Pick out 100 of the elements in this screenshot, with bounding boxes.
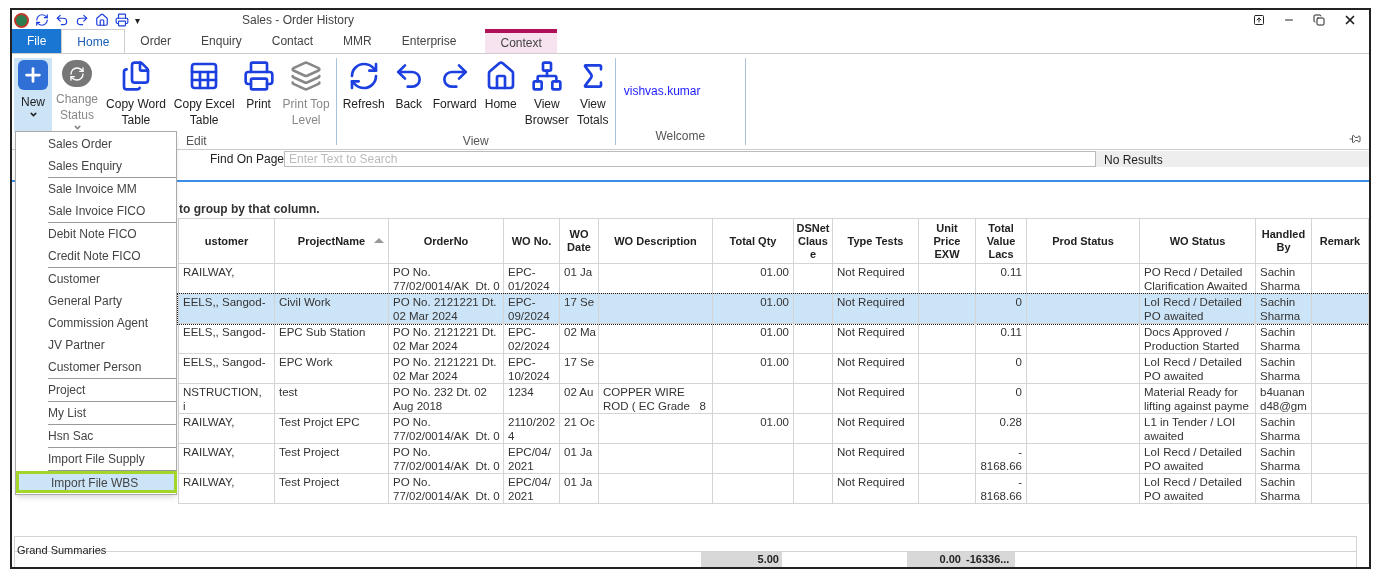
table-cell: PO No. 77/02/0014/AK Dt. 0: [393, 265, 499, 293]
menu-item[interactable]: General Party: [16, 290, 177, 312]
table-cell-text: Test Projct EPC: [279, 415, 361, 429]
table-cell: 21 Oc: [564, 415, 594, 429]
view-totals-button[interactable]: View Totals: [572, 58, 613, 132]
table-cell: 01 Ja: [564, 445, 594, 459]
table-cell-text: Not Required: [837, 475, 906, 489]
home-button[interactable]: Home: [480, 58, 521, 132]
table-cell-text: Not Required: [837, 445, 906, 459]
menu-item[interactable]: Project: [16, 379, 177, 401]
ribbon-tab[interactable]: Context: [485, 29, 557, 53]
back-button[interactable]: Back: [388, 58, 429, 132]
table-cell-text: Test Project: [279, 445, 341, 459]
restore-icon[interactable]: [1313, 14, 1325, 26]
table-cell-text: 01.00: [759, 265, 789, 279]
table-cell-text: PO No. 232 Dt. 02 Aug 2018: [393, 385, 488, 413]
close-icon[interactable]: [1343, 13, 1357, 27]
column-header[interactable]: Total Value Lacs: [976, 219, 1027, 264]
summary-cell: 5.00: [701, 552, 782, 567]
column-header[interactable]: WO Date: [560, 219, 599, 264]
ribbon-tab[interactable]: Home: [61, 29, 126, 53]
table-cell-text: EELS,, Sangod-: [183, 295, 267, 309]
print-button[interactable]: Print: [238, 58, 279, 132]
column-header[interactable]: WO No.: [504, 219, 560, 264]
table-cell-text: EELS,, Sangod-: [183, 355, 267, 369]
menu-item[interactable]: Credit Note FICO: [16, 245, 177, 267]
column-header[interactable]: DSNet Claus e: [794, 219, 833, 264]
table-cell-text: 01.00: [759, 355, 789, 369]
column-header[interactable]: Total Qty: [713, 219, 794, 264]
forward-button[interactable]: Forward: [428, 58, 481, 132]
menu-item[interactable]: Commission Agent: [16, 312, 177, 334]
column-header[interactable]: Type Tests: [833, 219, 919, 264]
group-label: Welcome: [654, 128, 707, 145]
table-cell-text: EPC/04/ 2021: [508, 475, 552, 503]
pin-icon[interactable]: [1349, 133, 1361, 145]
file-tab[interactable]: File: [12, 29, 62, 53]
table-cell-text: Sachin Sharma: [1260, 265, 1302, 293]
column-header[interactable]: ProjectName: [275, 219, 389, 264]
table-row[interactable]: EELS,, Sangod- Civil Work PO No. 2121221 Dt. 02 Mar 2024 EPC- 09/2024 17 Se 01.00 Not Required 0 LoI Recd / Detailed PO awaited Sachin Sharma: [178, 294, 1369, 324]
table-cell: PO No. 77/02/0014/AK Dt. 0: [393, 415, 499, 443]
menu-item[interactable]: Sales Enquiry: [16, 155, 177, 177]
new-button[interactable]: New: [14, 58, 52, 132]
undo-icon[interactable]: [55, 13, 69, 27]
table-cell-text: 0.11: [999, 325, 1022, 339]
menu-item[interactable]: Import File WBS: [16, 471, 177, 493]
table-cell: - 8168.66: [980, 475, 1022, 503]
menu-item[interactable]: Sale Invoice FICO: [16, 200, 177, 222]
menu-item[interactable]: Customer Person: [16, 356, 177, 378]
table-row[interactable]: RAILWAY, Test Project PO No. 77/02/0014/AK Dt. 0 EPC/04/ 2021 01 Ja Not Required - 8168.66 LoI Recd / Detailed PO awaited Sachin Sharma: [178, 444, 1369, 474]
column-header[interactable]: Remark: [1312, 219, 1369, 264]
menu-item[interactable]: Sale Invoice MM: [16, 178, 177, 200]
new-icon: [18, 60, 48, 90]
column-header[interactable]: OrderNo: [389, 219, 504, 264]
table-cell-text: Not Required: [837, 325, 906, 339]
menu-item[interactable]: Sales Order: [16, 133, 177, 155]
printer-icon[interactable]: [115, 13, 129, 27]
table-cell-text: RAILWAY,: [183, 415, 236, 429]
ribbon-tab[interactable]: Enquiry: [186, 29, 257, 53]
table-row[interactable]: EELS,, Sangod- EPC Sub Station PO No. 2121221 Dt. 02 Mar 2024 EPC- 02/2024 02 Ma 01.00 Not Required 0.11 Docs Approved / Production Started Sachin Sharma: [178, 324, 1369, 354]
summary-cell: 0.00: [907, 552, 964, 567]
search-field[interactable]: Enter Text to Search: [284, 151, 1096, 167]
table-cell-text: L1 in Tender / LOI awaited: [1144, 415, 1237, 443]
home-icon[interactable]: [95, 13, 109, 27]
menu-item[interactable]: Import File Supply: [16, 448, 177, 470]
ribbon-tab[interactable]: Enterprise: [386, 29, 472, 53]
table-cell-text: 0.28: [998, 415, 1022, 429]
table-cell-text: EPC/04/ 2021: [508, 445, 552, 473]
column-header[interactable]: WO Description: [599, 219, 713, 264]
copy-word-table-button[interactable]: Copy Word Table: [102, 58, 170, 132]
refresh-icon: [62, 60, 92, 87]
menu-item[interactable]: Hsn Sac: [16, 425, 177, 447]
find-label: Find On Page: [210, 151, 284, 168]
table-cell-text: PO No. 2121221 Dt. 02 Mar 2024: [393, 295, 498, 323]
ribbon-tab[interactable]: Order: [125, 29, 187, 53]
table-row[interactable]: NSTRUCTION, i test PO No. 232 Dt. 02 Aug 2018 1234 02 Au COPPER WIRE ROD ( EC Grade 8 Not Required 0 Material Ready for lifting against payme b4uanan d48@gm: [178, 384, 1369, 414]
menu-item[interactable]: Customer: [16, 268, 177, 290]
menu-item[interactable]: My List: [16, 402, 177, 424]
column-header[interactable]: Prod Status: [1027, 219, 1140, 264]
view-browser-button[interactable]: View Browser: [520, 58, 573, 132]
customize-toolbar-button[interactable]: ▾: [135, 12, 140, 28]
copy-excel-table-button[interactable]: Copy Excel Table: [169, 58, 239, 132]
column-header[interactable]: WO Status: [1140, 219, 1256, 264]
ribbon-toggle-icon[interactable]: [1253, 14, 1265, 26]
table-cell-text: LoI Recd / Detailed PO awaited: [1144, 295, 1243, 323]
menu-item[interactable]: JV Partner: [16, 334, 177, 356]
table-cell: b4uanan d48@gm: [1260, 385, 1307, 413]
column-header[interactable]: ustomer: [179, 219, 275, 264]
redo-icon[interactable]: [75, 13, 89, 27]
table-row[interactable]: RAILWAY, Test Projct EPC PO No. 77/02/0014/AK Dt. 0 2110/202 4 21 Oc 01.00 Not Required 0.28 L1 in Tender / LOI awaited Sachin Sharma: [178, 414, 1369, 444]
refresh-button[interactable]: Refresh: [338, 58, 389, 132]
table-cell-text: RAILWAY,: [183, 445, 236, 459]
ribbon-tab[interactable]: MMR: [328, 29, 387, 53]
column-header[interactable]: Unit Price EXW: [919, 219, 976, 264]
column-header[interactable]: Handled By: [1256, 219, 1312, 264]
summary-cell: -16336...: [964, 552, 1015, 567]
refresh-icon[interactable]: [35, 13, 49, 27]
ribbon-tab[interactable]: Contact: [256, 29, 329, 53]
table-cell: 17 Se: [564, 355, 594, 369]
table-row[interactable]: RAILWAY, Test Project PO No. 77/02/0014/AK Dt. 0 EPC/04/ 2021 01 Ja Not Required - 8168.66 LoI Recd / Detailed PO awaited Sachin Sharma: [178, 474, 1369, 504]
menu-item[interactable]: Debit Note FICO: [16, 223, 177, 245]
